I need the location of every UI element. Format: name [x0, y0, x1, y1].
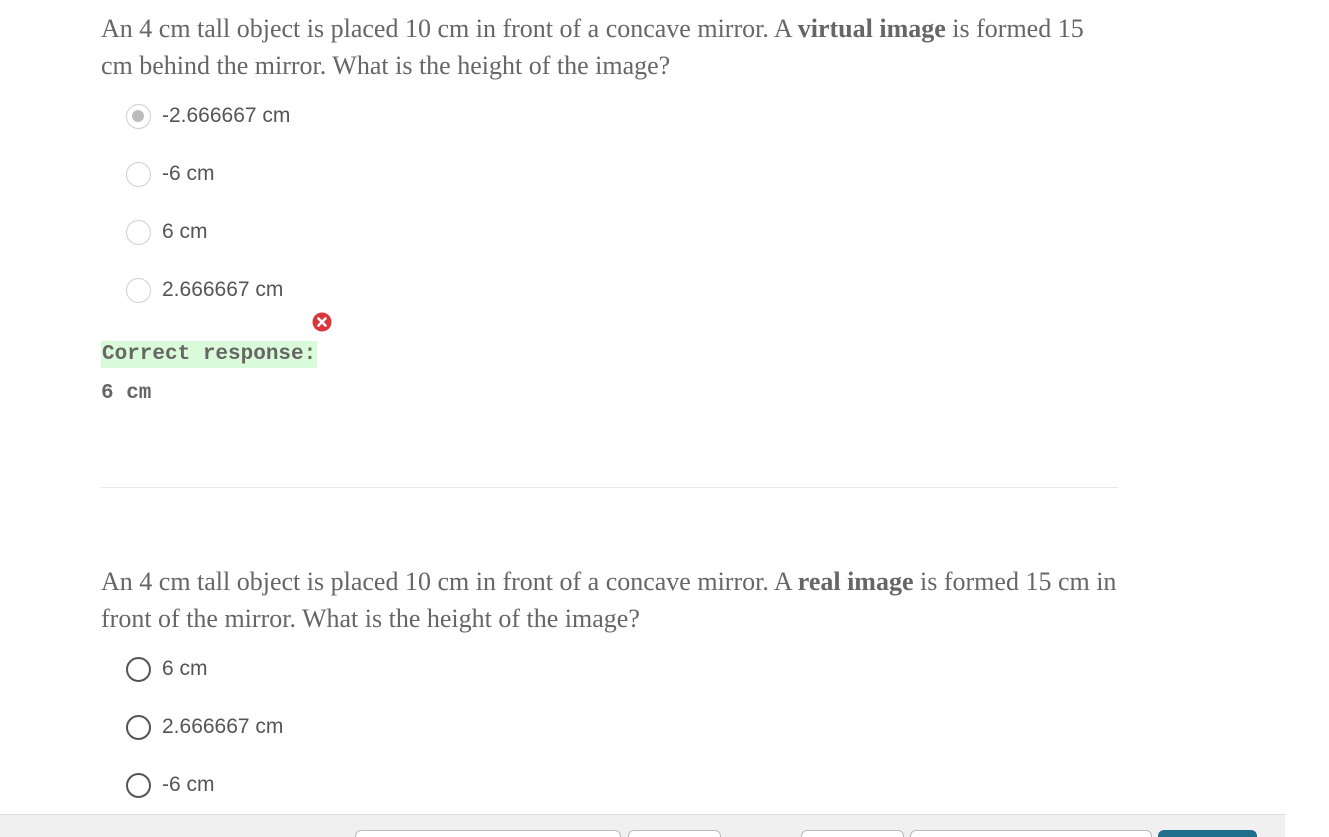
bottom-toolbar	[0, 814, 1285, 837]
option-label: 6 cm	[162, 657, 208, 680]
toolbar-button[interactable]	[355, 830, 621, 837]
radio-button[interactable]	[126, 219, 151, 245]
option-label: 6 cm	[162, 220, 208, 243]
prompt-emphasis: virtual image	[797, 14, 946, 43]
x-circle-icon	[312, 312, 332, 332]
primary-action-button[interactable]	[1158, 830, 1257, 837]
option-label: -6 cm	[162, 162, 215, 185]
prompt-emphasis: real image	[797, 567, 914, 596]
radio-button[interactable]	[126, 656, 151, 682]
question-1-prompt: An 4 cm tall object is placed 10 cm in f…	[101, 10, 1121, 84]
radio-button[interactable]	[126, 714, 151, 740]
question-divider	[101, 487, 1118, 488]
toolbar-button[interactable]	[910, 830, 1152, 837]
correct-response-value: 6 cm	[101, 382, 152, 405]
option-1[interactable]: -2.666667 cm	[126, 103, 1121, 129]
prompt-text-start: An 4 cm tall object is placed 10 cm in f…	[101, 14, 798, 43]
radio-button[interactable]	[126, 772, 151, 798]
option-4[interactable]: 2.666667 cm	[126, 277, 1121, 303]
option-label: 2.666667 cm	[162, 278, 284, 301]
option-2[interactable]: -6 cm	[126, 161, 1121, 187]
option-label: -2.666667 cm	[162, 104, 291, 127]
question-2-options: 6 cm 2.666667 cm -6 cm	[126, 656, 1121, 798]
option-label: 2.666667 cm	[162, 715, 284, 738]
option-label: -6 cm	[162, 773, 215, 796]
question-1-options: -2.666667 cm -6 cm 6 cm 2.666667 cm	[126, 103, 1121, 303]
option-3[interactable]: 6 cm	[126, 219, 1121, 245]
option-3[interactable]: -6 cm	[126, 772, 1121, 798]
question-2: An 4 cm tall object is placed 10 cm in f…	[101, 563, 1121, 798]
question-1: An 4 cm tall object is placed 10 cm in f…	[101, 10, 1121, 303]
option-2[interactable]: 2.666667 cm	[126, 714, 1121, 740]
option-1[interactable]: 6 cm	[126, 656, 1121, 682]
prompt-text-start: An 4 cm tall object is placed 10 cm in f…	[101, 567, 798, 596]
question-2-prompt: An 4 cm tall object is placed 10 cm in f…	[101, 563, 1121, 637]
toolbar-button[interactable]	[628, 830, 721, 837]
radio-button[interactable]	[126, 161, 151, 187]
correct-response-label: Correct response:	[101, 341, 318, 368]
toolbar-button[interactable]	[801, 830, 904, 837]
radio-button[interactable]	[126, 277, 151, 303]
radio-button-selected[interactable]	[126, 103, 151, 129]
